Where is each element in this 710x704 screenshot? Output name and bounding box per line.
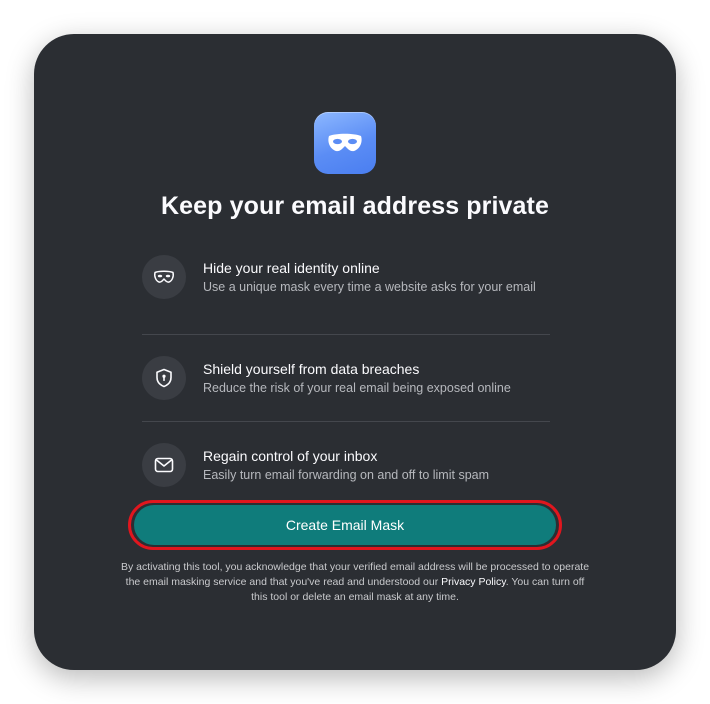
create-email-mask-button[interactable]: Create Email Mask [134,505,556,545]
mask-icon [142,255,186,299]
envelope-icon [142,443,186,487]
highlight-outline: Create Email Mask [128,500,562,550]
feature-description: Reduce the risk of your real email being… [203,381,511,395]
feature-list: Hide your real identity online Use a uni… [142,248,550,508]
shield-lock-icon [142,356,186,400]
feature-item-inbox-control: Regain control of your inbox Easily turn… [142,421,550,508]
feature-description: Easily turn email forwarding on and off … [203,468,490,482]
feature-item-data-breaches: Shield yourself from data breaches Reduc… [142,334,550,421]
feature-title: Regain control of your inbox [203,448,378,464]
page-title: Keep your email address private [161,192,549,220]
disclaimer-text: By activating this tool, you acknowledge… [120,560,590,605]
email-mask-onboarding-card: Keep your email address private Hide you… [34,34,676,670]
feature-description: Use a unique mask every time a website a… [203,280,536,294]
mask-icon [314,112,376,174]
feature-title: Hide your real identity online [203,260,380,276]
feature-item-hide-identity: Hide your real identity online Use a uni… [142,248,550,334]
feature-title: Shield yourself from data breaches [203,361,420,377]
privacy-policy-link[interactable]: Privacy Policy [441,576,506,588]
